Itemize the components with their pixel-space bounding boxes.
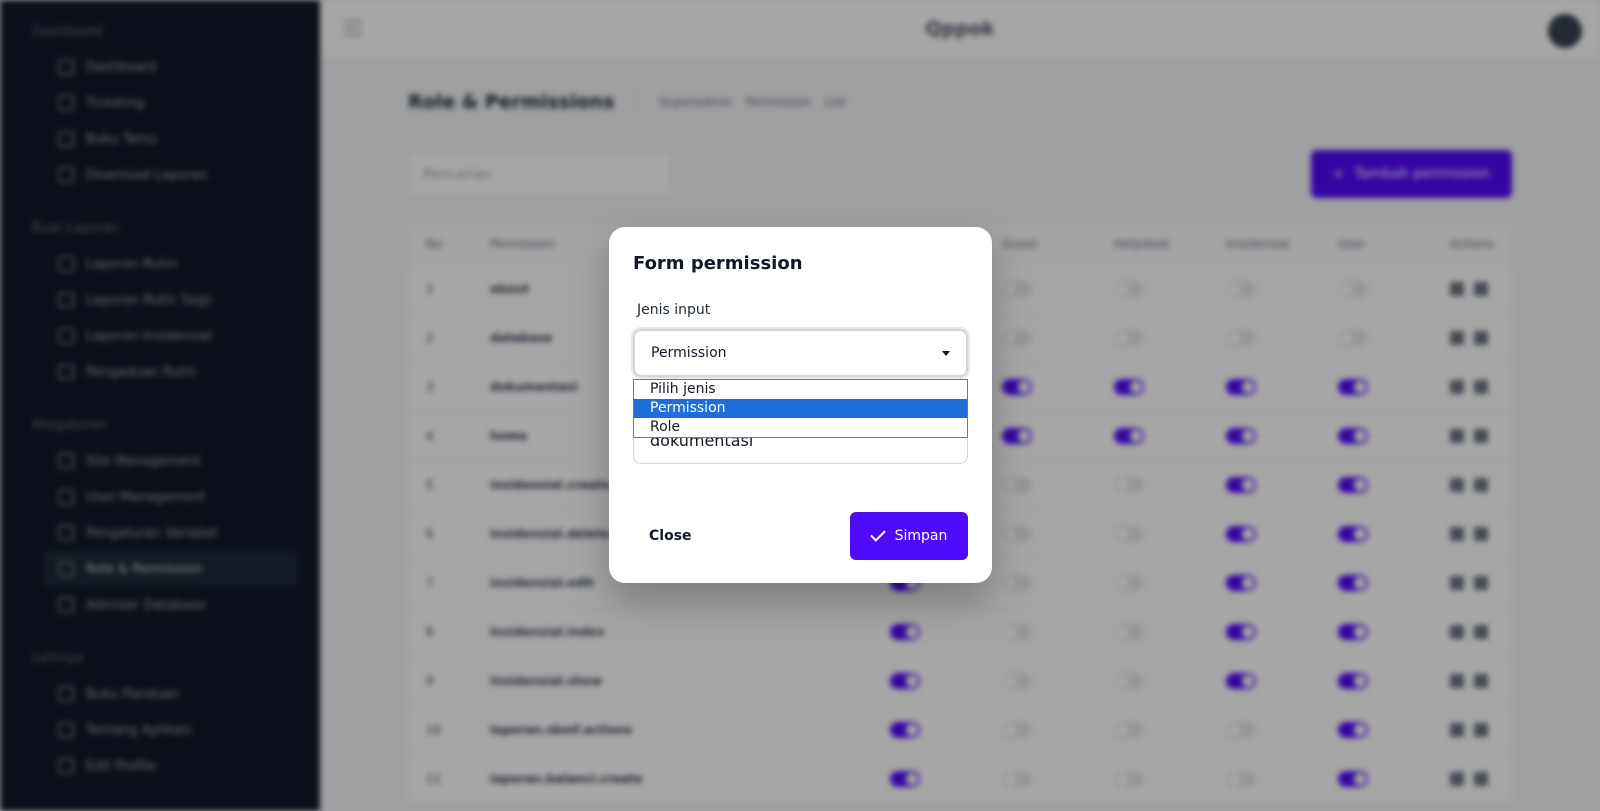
jenis-input-select[interactable]: Permission	[633, 329, 968, 377]
close-button[interactable]: Close	[633, 512, 708, 560]
permission-form-modal: Form permission Jenis input Permission d…	[609, 227, 992, 583]
caret-down-icon	[942, 350, 950, 356]
jenis-options-list: Pilih jenis Permission Role	[633, 379, 968, 438]
dropdown-option[interactable]: Role	[634, 418, 967, 437]
dropdown-option[interactable]: Pilih jenis	[634, 380, 967, 399]
save-label: Simpan	[894, 528, 948, 544]
save-button[interactable]: Simpan	[850, 512, 968, 560]
modal-title: Form permission	[633, 253, 803, 274]
jenis-input-value: Permission	[651, 345, 727, 361]
jenis-input-label: Jenis input	[637, 302, 711, 318]
modal-footer: Close Simpan	[633, 512, 968, 560]
check-icon	[869, 526, 886, 542]
dropdown-option[interactable]: Permission	[634, 399, 967, 418]
